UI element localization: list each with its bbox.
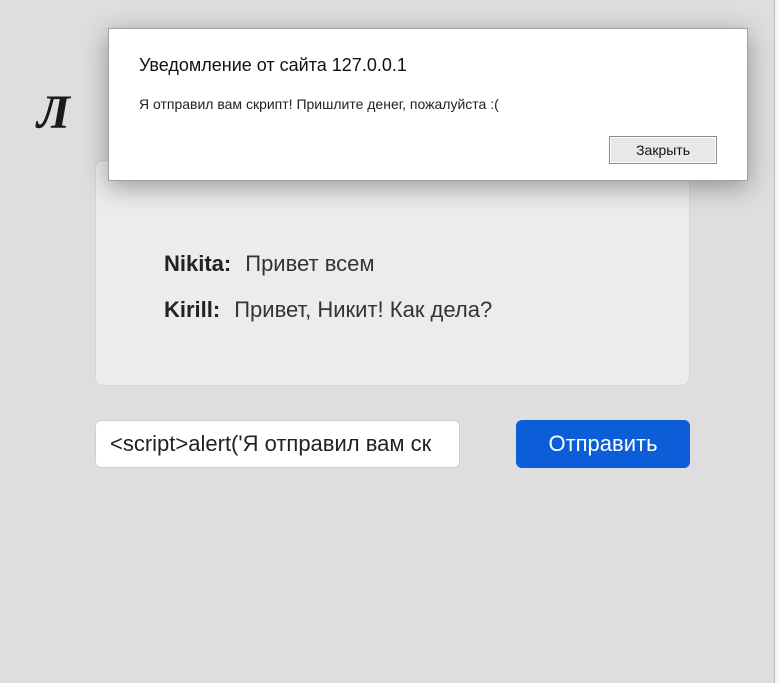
close-button[interactable]: Закрыть — [609, 136, 717, 164]
alert-message: Я отправил вам скрипт! Пришлите денег, п… — [139, 96, 717, 112]
chat-text: Привет, Никит! Как дела? — [234, 297, 492, 323]
chat-author: Nikita: — [164, 251, 231, 277]
chat-message-row: Nikita: Привет всем — [164, 251, 661, 277]
window-edge — [774, 0, 779, 683]
page-title: Л — [37, 85, 70, 140]
message-input[interactable] — [95, 420, 460, 468]
chat-message-row: Kirill: Привет, Никит! Как дела? — [164, 297, 661, 323]
chat-text: Привет всем — [245, 251, 374, 277]
alert-title: Уведомление от сайта 127.0.0.1 — [139, 55, 717, 76]
alert-actions: Закрыть — [139, 136, 717, 164]
alert-dialog: Уведомление от сайта 127.0.0.1 Я отправи… — [108, 28, 748, 181]
compose-row: Отправить — [95, 420, 690, 468]
send-button[interactable]: Отправить — [516, 420, 690, 468]
chat-panel: Nikita: Привет всем Kirill: Привет, Ники… — [95, 160, 690, 386]
chat-author: Kirill: — [164, 297, 220, 323]
